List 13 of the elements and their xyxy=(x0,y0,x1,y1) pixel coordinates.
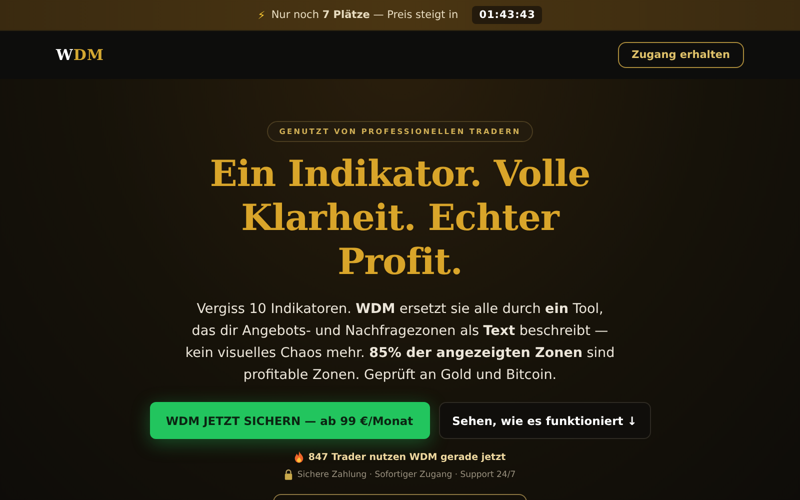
lightning-icon: ⚡ xyxy=(258,8,266,22)
hero-description: Vergiss 10 Indikatoren. WDM ersetzt sie alle durch ein Tool, das dir Angebots- und Nachfragezonen als Text beschreibt — kein visuelles Chaos mehr. 85% der angezeigten Zonen sind profitable Zonen. Geprüft an Gold und Bitcoin. xyxy=(185,300,615,385)
trust-text: Sichere Zahlung · Sofortiger Zugang · Support 24/7 xyxy=(297,470,516,480)
fire-icon xyxy=(294,451,304,463)
buy-button[interactable]: WDM JETZT SICHERN — ab 99 €/Monat xyxy=(150,402,430,439)
lock-icon xyxy=(284,469,294,480)
headline: Ein Indikator. Volle Klarheit. Echter Profit. xyxy=(208,152,592,284)
countdown-timer: 01:43:43 xyxy=(472,6,542,24)
how-it-works-button[interactable]: Sehen, wie es funktioniert ↓ xyxy=(438,402,650,439)
access-button[interactable]: Zugang erhalten xyxy=(618,42,744,68)
social-proof-text: 847 Trader nutzen WDM gerade jetzt xyxy=(308,452,506,462)
announcement-text: Nur noch 7 Plätze — Preis steigt in xyxy=(271,9,458,21)
logo[interactable]: WDM xyxy=(56,46,104,64)
